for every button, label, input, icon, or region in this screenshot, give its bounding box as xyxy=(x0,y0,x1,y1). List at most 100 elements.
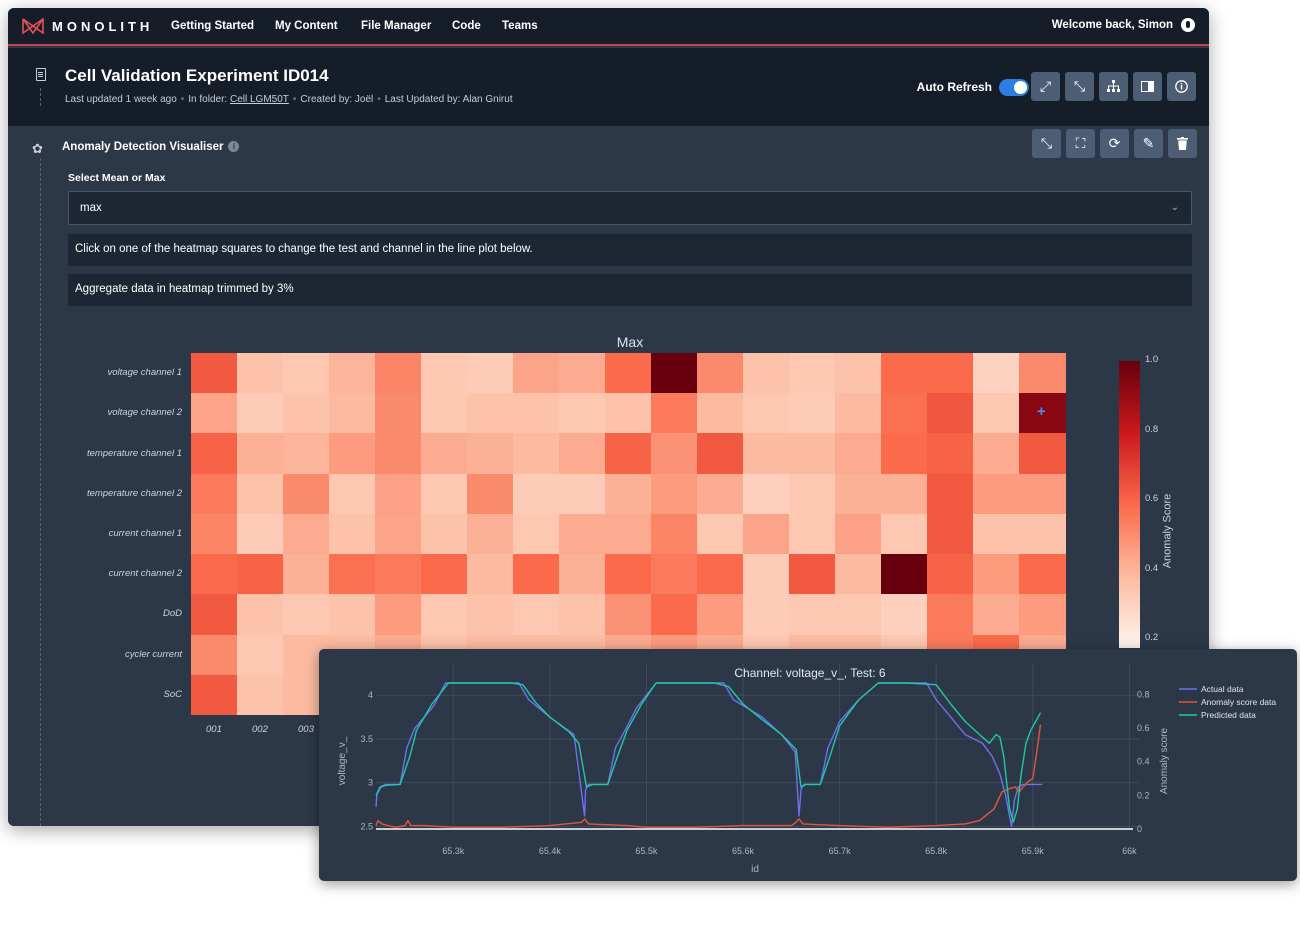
heatmap-cell[interactable] xyxy=(283,473,330,515)
heatmap-cell[interactable] xyxy=(191,554,238,595)
heatmap-cell[interactable] xyxy=(605,513,652,555)
heatmap-cell[interactable] xyxy=(1019,473,1066,515)
heatmap-cell[interactable] xyxy=(283,554,330,595)
heatmap-cell[interactable] xyxy=(605,473,652,515)
heatmap-cell[interactable] xyxy=(283,433,330,475)
heatmap-cell[interactable] xyxy=(467,433,514,475)
heatmap-cell[interactable] xyxy=(329,393,376,434)
heatmap-cell[interactable] xyxy=(881,473,928,515)
panel-view-button[interactable] xyxy=(1133,72,1162,101)
heatmap-cell[interactable] xyxy=(973,433,1020,475)
heatmap-cell[interactable] xyxy=(651,353,698,394)
heatmap-cell[interactable] xyxy=(881,353,928,394)
heatmap-cell[interactable] xyxy=(605,433,652,475)
heatmap-cell[interactable] xyxy=(605,594,652,636)
heatmap-cell[interactable] xyxy=(697,594,744,636)
heatmap-cell[interactable] xyxy=(513,473,560,515)
heatmap-cell[interactable] xyxy=(375,594,422,636)
heatmap-cell[interactable] xyxy=(789,554,836,595)
heatmap-cell[interactable] xyxy=(1019,433,1066,475)
heatmap-cell[interactable] xyxy=(467,473,514,515)
expand-button[interactable]: ⤢ xyxy=(1031,72,1060,101)
heatmap-cell[interactable] xyxy=(467,554,514,595)
heatmap-cell[interactable] xyxy=(375,353,422,394)
heatmap-cell[interactable] xyxy=(835,393,882,434)
heatmap-cell[interactable] xyxy=(375,513,422,555)
heatmap-cell[interactable] xyxy=(375,393,422,434)
line-plot[interactable]: 65.3k 65.4k 65.5k 65.6k 65.7k 65.8k 65.9k 66k 2.… xyxy=(319,649,1297,881)
heatmap-cell[interactable] xyxy=(651,513,698,555)
heatmap-cell[interactable] xyxy=(835,594,882,636)
heatmap-cell[interactable] xyxy=(651,594,698,636)
heatmap-cell[interactable] xyxy=(697,393,744,434)
heatmap-cell[interactable] xyxy=(329,353,376,394)
heatmap-cell[interactable] xyxy=(237,674,284,716)
heatmap-cell[interactable] xyxy=(191,634,238,676)
nav-teams[interactable]: Teams xyxy=(502,20,538,32)
heatmap-cell[interactable] xyxy=(697,353,744,394)
heatmap-cell[interactable] xyxy=(237,594,284,636)
heatmap-cell[interactable] xyxy=(973,393,1020,434)
heatmap-cell[interactable] xyxy=(743,594,790,636)
heatmap-cell[interactable] xyxy=(467,513,514,555)
heatmap-cell[interactable] xyxy=(973,513,1020,555)
heatmap-cell[interactable] xyxy=(1019,594,1066,636)
heatmap-cell[interactable] xyxy=(743,554,790,595)
heatmap-cell[interactable] xyxy=(329,473,376,515)
heatmap-cell[interactable] xyxy=(973,594,1020,636)
heatmap-cell[interactable] xyxy=(191,393,238,434)
heatmap-cell[interactable] xyxy=(1019,513,1066,555)
heatmap-cell[interactable] xyxy=(513,594,560,636)
heatmap-cell[interactable] xyxy=(835,473,882,515)
panel-delete-button[interactable] xyxy=(1168,129,1197,158)
heatmap-cell[interactable] xyxy=(651,393,698,434)
heatmap-cell[interactable] xyxy=(283,353,330,394)
heatmap-cell[interactable] xyxy=(421,473,468,515)
heatmap-cell[interactable] xyxy=(789,393,836,434)
heatmap-cell[interactable] xyxy=(191,353,238,394)
heatmap-cell[interactable] xyxy=(789,594,836,636)
logo[interactable]: MONOLITH xyxy=(22,18,153,34)
heatmap-cell[interactable] xyxy=(467,353,514,394)
heatmap-cell[interactable] xyxy=(743,433,790,475)
panel-info-icon[interactable]: i xyxy=(228,141,240,152)
heatmap-cell[interactable] xyxy=(697,554,744,595)
heatmap-cell[interactable] xyxy=(237,554,284,595)
nav-my-content[interactable]: My Content xyxy=(275,20,338,32)
heatmap-cell[interactable] xyxy=(559,473,606,515)
heatmap-cell[interactable] xyxy=(329,433,376,475)
heatmap-cell[interactable] xyxy=(973,554,1020,595)
heatmap-cell[interactable] xyxy=(881,554,928,595)
heatmap-cell[interactable] xyxy=(881,513,928,555)
heatmap-cell[interactable] xyxy=(605,353,652,394)
heatmap-cell[interactable] xyxy=(881,594,928,636)
heatmap-cell[interactable] xyxy=(559,353,606,394)
heatmap-cell[interactable] xyxy=(421,554,468,595)
heatmap-cell[interactable] xyxy=(927,393,974,434)
heatmap-cell[interactable] xyxy=(927,513,974,555)
heatmap-cell[interactable] xyxy=(881,433,928,475)
heatmap-cell[interactable] xyxy=(697,433,744,475)
heatmap-cell[interactable] xyxy=(835,513,882,555)
nav-code[interactable]: Code xyxy=(452,20,481,32)
nav-getting-started[interactable]: Getting Started xyxy=(171,20,254,32)
heatmap-cell[interactable] xyxy=(191,674,238,716)
info-button[interactable] xyxy=(1167,72,1196,101)
heatmap-cell[interactable] xyxy=(1019,353,1066,394)
heatmap-cell[interactable] xyxy=(283,393,330,434)
heatmap-cell[interactable] xyxy=(513,513,560,555)
heatmap-cell[interactable] xyxy=(375,473,422,515)
panel-refresh-button[interactable]: ⟳ xyxy=(1100,129,1129,158)
heatmap-cell[interactable] xyxy=(513,353,560,394)
heatmap-cell[interactable] xyxy=(191,513,238,555)
heatmap-cell[interactable] xyxy=(467,393,514,434)
heatmap-cell[interactable] xyxy=(559,594,606,636)
heatmap-cell[interactable] xyxy=(651,433,698,475)
user-icon[interactable] xyxy=(1181,18,1195,32)
heatmap-cell[interactable] xyxy=(1019,554,1066,595)
heatmap-cell[interactable] xyxy=(559,513,606,555)
heatmap-cell[interactable] xyxy=(559,554,606,595)
heatmap-cell[interactable] xyxy=(605,393,652,434)
heatmap-cell[interactable] xyxy=(237,513,284,555)
heatmap-cell[interactable] xyxy=(467,594,514,636)
